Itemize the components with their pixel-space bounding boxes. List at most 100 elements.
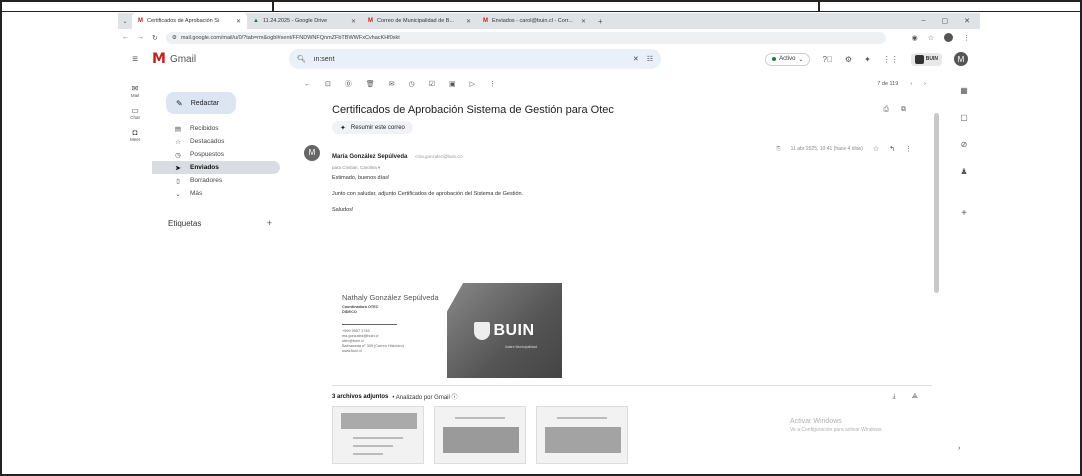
more-options-icon[interactable]: ⋮ bbox=[489, 80, 496, 88]
eye-icon[interactable]: ◉ bbox=[912, 34, 918, 42]
back-to-list-icon[interactable]: ← bbox=[304, 81, 311, 88]
close-window-icon[interactable]: ✕ bbox=[964, 17, 970, 25]
sidebar-item-recibidos[interactable]: ▤ Recibidos bbox=[152, 122, 280, 135]
sidebar-item-label: Borradores bbox=[190, 177, 223, 184]
add-to-drive-icon[interactable]: ⟁ bbox=[912, 393, 918, 401]
add-task-icon[interactable]: ☑ bbox=[429, 80, 435, 88]
status-dropdown[interactable]: Activo ⌄ bbox=[765, 52, 811, 66]
folder-list: ▤ Recibidos ☆ Destacados ◷ Pospuestos ➤ … bbox=[152, 122, 284, 200]
keep-icon[interactable]: ▢ bbox=[960, 113, 968, 122]
attachment-thumbnail[interactable] bbox=[332, 406, 424, 464]
sender-avatar[interactable]: M bbox=[304, 144, 320, 161]
gmail-favicon-icon: M bbox=[368, 18, 373, 24]
move-to-icon[interactable]: ▣ bbox=[449, 80, 456, 88]
add-label-icon[interactable]: + bbox=[267, 218, 272, 228]
sidebar-item-pospuestos[interactable]: ◷ Pospuestos bbox=[152, 148, 280, 161]
minimize-icon[interactable]: – bbox=[922, 17, 926, 25]
maximize-icon[interactable]: ▢ bbox=[942, 17, 949, 25]
gmail-logo[interactable]: M Gmail bbox=[152, 51, 272, 67]
open-new-window-icon[interactable]: ⧉ bbox=[901, 106, 906, 114]
scan-frame-divider bbox=[272, 0, 274, 12]
browser-tab-correo[interactable]: M Correo de Municipalidad de B... ✕ bbox=[362, 13, 477, 29]
search-options-icon[interactable]: ☷ bbox=[647, 55, 653, 63]
sender-name[interactable]: María González Sepúlveda bbox=[332, 154, 407, 160]
get-addons-icon[interactable]: + bbox=[961, 208, 967, 219]
older-icon[interactable]: ‹ bbox=[910, 81, 912, 87]
sidebar-item-label: Destacados bbox=[190, 138, 225, 145]
message-scrollbar[interactable] bbox=[934, 113, 939, 293]
calendar-icon[interactable]: ▦ bbox=[960, 86, 968, 95]
browser-menu-icon[interactable]: ⋮ bbox=[963, 34, 970, 42]
sidebar-item-borradores[interactable]: ▯ Borradores bbox=[152, 174, 280, 187]
message-more-icon[interactable]: ⋮ bbox=[905, 145, 912, 153]
clear-search-icon[interactable]: ✕ bbox=[633, 55, 639, 63]
print-icon[interactable]: ⎙ bbox=[883, 106, 889, 114]
buin-crest-icon bbox=[914, 54, 924, 64]
sidebar-item-destacados[interactable]: ☆ Destacados bbox=[152, 135, 280, 148]
back-icon[interactable]: ← bbox=[122, 34, 129, 41]
rail-chat[interactable]: ▭ Chat bbox=[118, 106, 152, 120]
star-icon: ☆ bbox=[175, 138, 181, 146]
forward-icon[interactable]: → bbox=[137, 34, 144, 41]
help-icon[interactable]: ?⃝ bbox=[822, 55, 832, 64]
browser-tab-certificados[interactable]: M Certificados de Aprobación Si ✕ bbox=[132, 13, 247, 29]
label-icon[interactable]: ▷ bbox=[470, 80, 475, 88]
browser-tab-drive[interactable]: ▲ 11.24.2025 - Google Drive ✕ bbox=[247, 13, 362, 29]
close-tab-icon[interactable]: ✕ bbox=[236, 18, 241, 25]
close-tab-icon[interactable]: ✕ bbox=[581, 18, 586, 25]
signature-dept: DIDECO bbox=[342, 310, 357, 314]
profile-icon[interactable] bbox=[944, 33, 953, 42]
rail-meet[interactable]: ◘ Meet bbox=[118, 128, 152, 142]
search-icon[interactable]: 🔍︎ bbox=[297, 55, 306, 63]
newer-icon[interactable]: › bbox=[924, 81, 926, 87]
account-org-badge[interactable]: BUIN bbox=[910, 52, 942, 66]
sidebar-item-enviados[interactable]: ➤ Enviados bbox=[152, 161, 280, 174]
reload-icon[interactable]: ↻ bbox=[152, 34, 158, 42]
star-message-icon[interactable]: ☆ bbox=[873, 145, 879, 153]
close-tab-icon[interactable]: ✕ bbox=[466, 18, 471, 25]
hide-panel-icon[interactable]: › bbox=[958, 445, 960, 452]
sidebar: ✎ Redactar ▤ Recibidos ☆ Destacados ◷ Po… bbox=[152, 72, 284, 463]
thumbnail-line bbox=[353, 445, 393, 447]
delete-icon[interactable]: 🗑︎ bbox=[366, 80, 375, 88]
details-chevron-icon[interactable]: ▾ bbox=[378, 165, 380, 170]
recipients[interactable]: para Cristian, Carolina ▾ bbox=[332, 165, 934, 171]
download-all-icon[interactable]: ⤓ bbox=[893, 393, 896, 401]
attachments-divider bbox=[332, 385, 932, 386]
sender-row: M María González Sepúlveda <ma.gonzalez@… bbox=[284, 144, 934, 170]
summarize-button[interactable]: ✦ Resumir este correo bbox=[332, 121, 413, 134]
main-menu-icon[interactable]: ≡ bbox=[118, 54, 152, 65]
close-tab-icon[interactable]: ✕ bbox=[351, 18, 356, 25]
sidebar-item-mas[interactable]: ⌄ Más bbox=[152, 187, 280, 200]
bookmark-star-icon[interactable]: ☆ bbox=[928, 34, 934, 42]
account-avatar[interactable]: M bbox=[954, 52, 968, 66]
report-spam-icon[interactable]: ⓪ bbox=[345, 79, 352, 89]
site-settings-icon[interactable]: ⚙ bbox=[172, 35, 177, 41]
compose-button[interactable]: ✎ Redactar bbox=[166, 92, 236, 114]
gmail-m-icon: M bbox=[152, 51, 166, 67]
attachment-thumbnail[interactable] bbox=[536, 406, 628, 464]
settings-gear-icon[interactable]: ⚙ bbox=[845, 55, 852, 64]
new-tab-button[interactable]: + bbox=[592, 17, 609, 26]
rail-mail[interactable]: ✉ Mail bbox=[118, 84, 152, 98]
attachment-thumbnail[interactable] bbox=[434, 406, 526, 464]
snooze-icon[interactable]: ◷ bbox=[409, 80, 415, 88]
gemini-sparkle-icon[interactable]: ✦ bbox=[864, 55, 871, 64]
window-controls: – ▢ ✕ bbox=[922, 17, 980, 25]
app-rail: ✉ Mail ▭ Chat ◘ Meet bbox=[118, 72, 152, 463]
apps-grid-icon[interactable]: ⋮⋮ bbox=[883, 55, 899, 64]
mark-unread-icon[interactable]: ✉ bbox=[389, 80, 395, 88]
signature-role: Coordinadora OTEC bbox=[342, 305, 379, 309]
url-bar[interactable]: ⚙ mail.google.com/mail/u/0/?tab=rm&ogbl#… bbox=[165, 31, 886, 44]
search-input[interactable] bbox=[313, 55, 625, 63]
attachments-header: 3 archivos adjuntos • Analizado por Gmai… bbox=[332, 392, 932, 402]
reply-icon[interactable]: ↰ bbox=[889, 145, 895, 153]
signature-website[interactable]: www.buin.cl bbox=[342, 349, 441, 354]
archive-icon[interactable]: ⊡ bbox=[325, 80, 331, 88]
tab-search-icon[interactable]: ⌄ bbox=[118, 18, 132, 25]
contacts-icon[interactable]: ♟ bbox=[960, 167, 967, 176]
chat-icon: ▭ bbox=[131, 106, 139, 115]
tasks-icon[interactable]: ⊘ bbox=[961, 140, 968, 149]
tab-strip: ⌄ M Certificados de Aprobación Si ✕ ▲ 11… bbox=[118, 13, 980, 29]
browser-tab-enviados[interactable]: M Enviados - carol@buin.cl - Corr... ✕ bbox=[477, 13, 592, 29]
